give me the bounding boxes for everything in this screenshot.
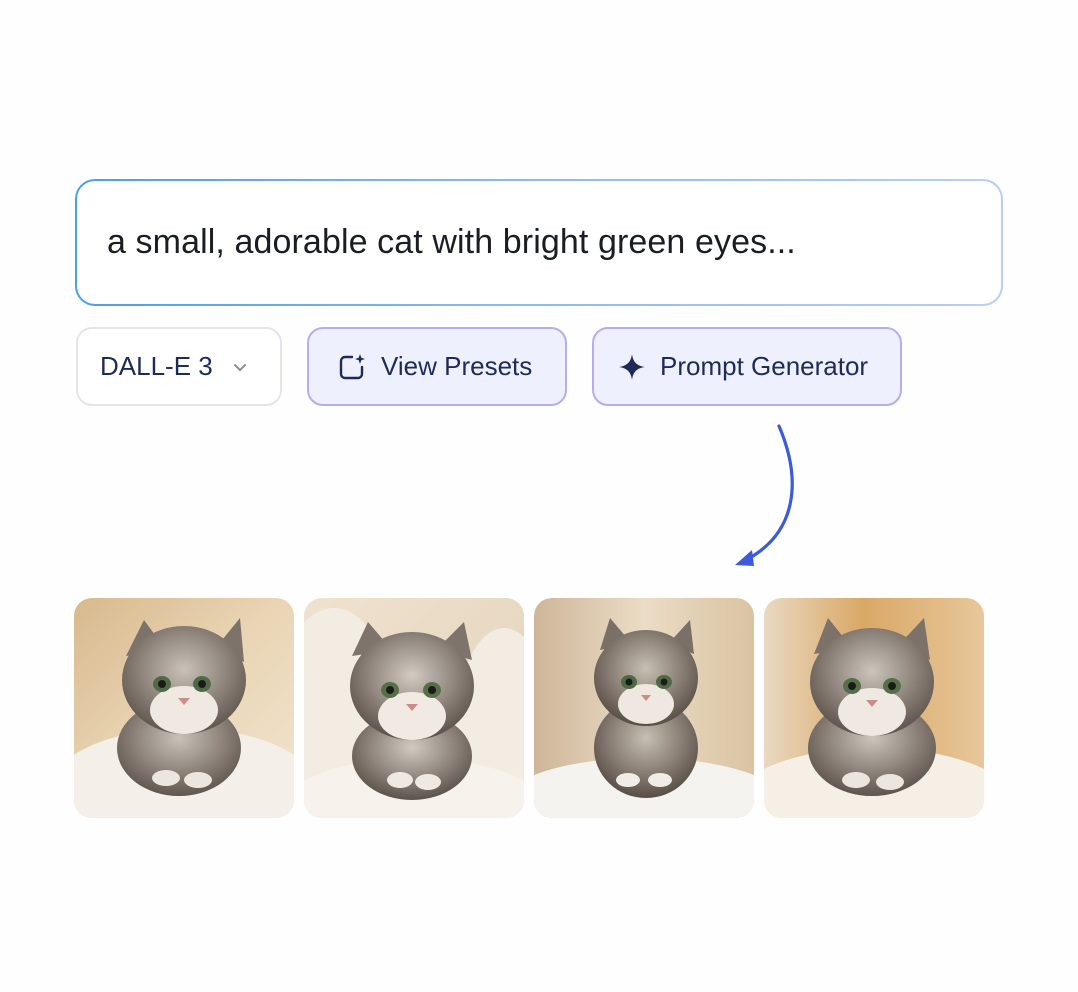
- model-select-button[interactable]: DALL-E 3: [76, 327, 282, 406]
- prompt-generator-button[interactable]: Prompt Generator: [592, 327, 902, 406]
- curved-arrow-icon: [720, 420, 810, 575]
- kitten-image-1[interactable]: [74, 598, 294, 818]
- sparkle-icon: [618, 353, 646, 381]
- prompt-text: a small, adorable cat with bright green …: [107, 223, 796, 261]
- view-presets-button[interactable]: View Presets: [307, 327, 567, 406]
- kitten-image-4[interactable]: [764, 598, 984, 818]
- view-presets-label: View Presets: [381, 351, 533, 381]
- kitten-image-3[interactable]: [534, 598, 754, 818]
- prompt-input-frame[interactable]: a small, adorable cat with bright green …: [75, 179, 1003, 306]
- chevron-down-icon: [231, 358, 249, 376]
- prompt-generator-label: Prompt Generator: [660, 351, 869, 381]
- model-select-label: DALL-E 3: [100, 351, 213, 381]
- image-gallery: [74, 598, 984, 818]
- kitten-image-2[interactable]: [304, 598, 524, 818]
- presets-icon: [337, 352, 367, 382]
- prompt-input[interactable]: a small, adorable cat with bright green …: [77, 181, 1001, 304]
